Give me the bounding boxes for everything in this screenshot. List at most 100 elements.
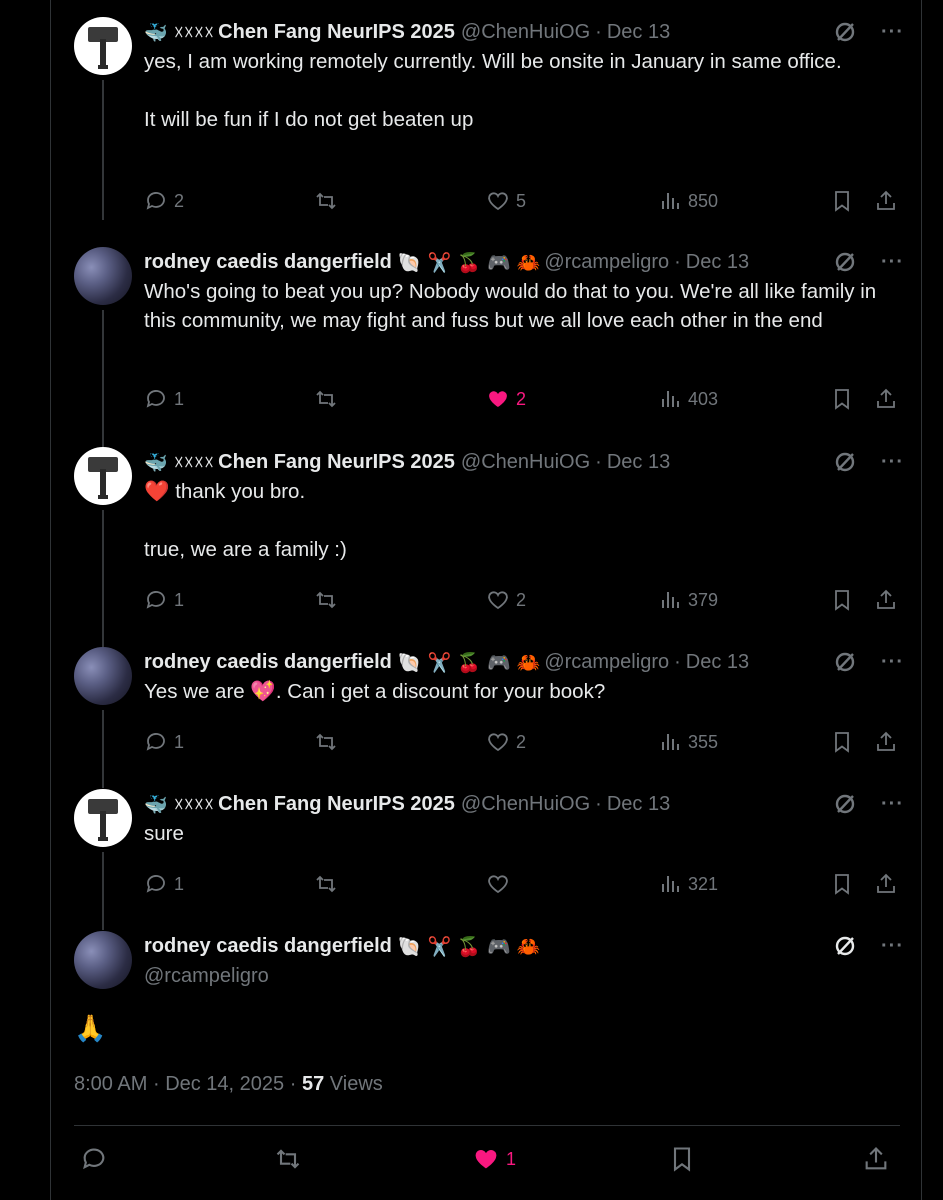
share-button[interactable] — [874, 187, 898, 215]
reply-button[interactable]: 1 — [144, 385, 184, 413]
display-name[interactable]: Chen Fang NeurIPS 2025 — [218, 793, 455, 816]
badge-emojis: 🐚 ✂️ 🍒 🎮 🦀 — [397, 935, 541, 958]
repost-button[interactable] — [274, 1145, 302, 1173]
reply-icon — [146, 733, 165, 751]
repost-button[interactable] — [314, 870, 338, 898]
avatar-rodney[interactable] — [74, 247, 132, 305]
repost-icon — [316, 733, 336, 751]
tweet-date[interactable]: Dec 13 — [686, 251, 749, 274]
more-icon[interactable]: ··· — [881, 652, 904, 672]
avatar-hammer[interactable] — [74, 17, 132, 75]
more-icon[interactable]: ··· — [881, 794, 904, 814]
thread-line — [102, 710, 104, 788]
grok-icon[interactable] — [833, 450, 857, 474]
tweet-timestamp[interactable]: 8:00 AM · Dec 14, 2025 · 57 Views — [74, 1073, 383, 1096]
share-button[interactable] — [862, 1145, 890, 1173]
tweet-text: Yes we are 💖. Can i get a discount for y… — [144, 680, 606, 703]
more-icon[interactable]: ··· — [881, 22, 904, 42]
repost-icon — [316, 875, 336, 893]
views-button[interactable]: 379 — [658, 586, 718, 614]
views-label: Views — [329, 1073, 383, 1095]
views-button[interactable]: 321 — [658, 870, 718, 898]
grok-icon[interactable] — [833, 792, 857, 816]
like-count: 1 — [506, 1148, 517, 1169]
display-name[interactable]: rodney caedis dangerfield — [144, 651, 392, 674]
bookmark-icon — [673, 1147, 691, 1172]
like-button[interactable]: 2 — [486, 586, 526, 614]
display-name[interactable]: Chen Fang NeurIPS 2025 — [218, 451, 455, 474]
grok-icon[interactable] — [833, 250, 857, 274]
bookmark-button[interactable] — [830, 586, 854, 614]
views-button[interactable]: 403 — [658, 385, 718, 413]
handle[interactable]: @ChenHuiOG — [461, 21, 590, 44]
tweet-time: 8:00 AM — [74, 1073, 148, 1095]
bookmark-button[interactable] — [830, 870, 854, 898]
thread-line — [102, 510, 104, 648]
tweet-text: Who's going to beat you up? Nobody would… — [144, 280, 882, 332]
repost-button[interactable] — [314, 728, 338, 756]
like-button[interactable]: 1 — [472, 1145, 516, 1173]
reply-button[interactable]: 1 — [144, 728, 184, 756]
grok-icon[interactable] — [833, 650, 857, 674]
tweet-date[interactable]: Dec 13 — [607, 21, 670, 44]
more-icon[interactable]: ··· — [881, 936, 904, 956]
views-button[interactable]: 355 — [658, 728, 718, 756]
share-button[interactable] — [874, 728, 898, 756]
avatar-hammer[interactable] — [74, 447, 132, 505]
share-button[interactable] — [874, 586, 898, 614]
grok-icon[interactable] — [833, 934, 857, 958]
reply-count: 1 — [174, 731, 185, 752]
grok-icon[interactable] — [833, 20, 857, 44]
display-name[interactable]: rodney caedis dangerfield — [144, 251, 392, 274]
reply-button[interactable]: 1 — [144, 586, 184, 614]
repost-button[interactable] — [314, 187, 338, 215]
column-border-right — [921, 0, 922, 1200]
badge-emojis: 🐳 ☓☓☓☓ — [144, 793, 215, 816]
bookmark-button[interactable] — [830, 187, 854, 215]
share-icon — [877, 589, 895, 609]
repost-button[interactable] — [314, 385, 338, 413]
avatar-rodney[interactable] — [74, 931, 132, 989]
bookmark-icon — [835, 874, 849, 895]
handle[interactable]: @ChenHuiOG — [461, 793, 590, 816]
column-border-left — [50, 0, 51, 1200]
badge-emojis: 🐚 ✂️ 🍒 🎮 🦀 — [397, 251, 541, 274]
tweet-date[interactable]: Dec 13 — [686, 651, 749, 674]
tweet-text: sure — [144, 822, 184, 845]
tweet-date[interactable]: Dec 13 — [607, 793, 670, 816]
share-button[interactable] — [874, 385, 898, 413]
more-icon[interactable]: ··· — [881, 452, 904, 472]
more-icon[interactable]: ··· — [881, 252, 904, 272]
handle[interactable]: @rcampeligro — [544, 651, 669, 674]
reply-icon — [146, 591, 165, 609]
separator-dot: · — [674, 650, 681, 673]
display-name[interactable]: rodney caedis dangerfield — [144, 935, 392, 958]
handle[interactable]: @rcampeligro — [544, 251, 669, 274]
views-button[interactable]: 850 — [658, 187, 718, 215]
tweet-date[interactable]: Dec 13 — [607, 451, 670, 474]
bookmark-button[interactable] — [830, 385, 854, 413]
reply-button[interactable]: 1 — [144, 870, 184, 898]
repost-icon — [316, 390, 336, 408]
share-icon — [877, 873, 895, 893]
like-icon — [488, 591, 508, 610]
handle[interactable]: @rcampeligro — [144, 965, 269, 988]
display-name[interactable]: Chen Fang NeurIPS 2025 — [218, 21, 455, 44]
like-button[interactable] — [486, 870, 516, 898]
views-icon — [662, 734, 679, 750]
reply-count: 1 — [174, 388, 185, 409]
separator-dot: · — [595, 20, 602, 43]
repost-button[interactable] — [314, 586, 338, 614]
avatar-hammer[interactable] — [74, 789, 132, 847]
reply-button[interactable] — [80, 1145, 108, 1173]
reply-icon — [146, 875, 165, 893]
reply-button[interactable]: 2 — [144, 187, 184, 215]
like-button[interactable]: 2 — [486, 385, 526, 413]
avatar-rodney[interactable] — [74, 647, 132, 705]
bookmark-button[interactable] — [668, 1145, 696, 1173]
handle[interactable]: @ChenHuiOG — [461, 451, 590, 474]
bookmark-button[interactable] — [830, 728, 854, 756]
like-button[interactable]: 2 — [486, 728, 526, 756]
like-button[interactable]: 5 — [486, 187, 526, 215]
share-button[interactable] — [874, 870, 898, 898]
